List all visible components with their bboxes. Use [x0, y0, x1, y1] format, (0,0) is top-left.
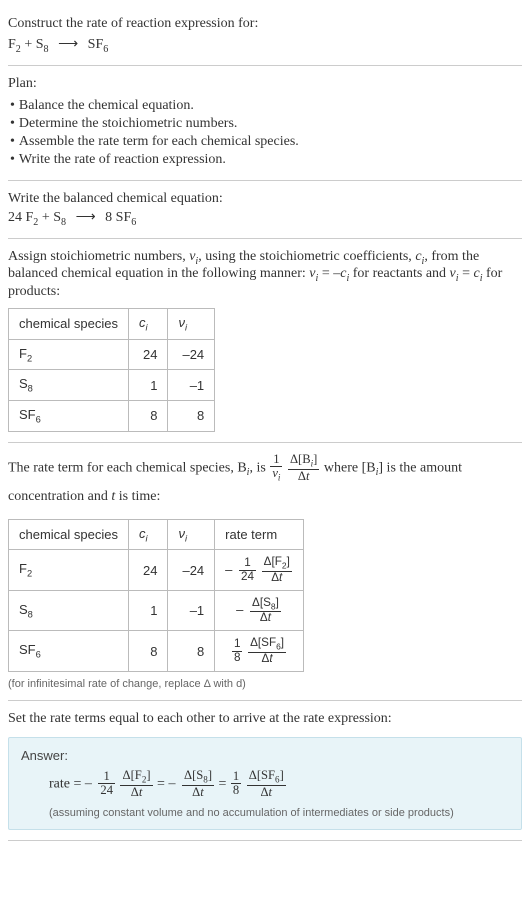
table-row: F2 24 –24 [9, 339, 215, 370]
col-ci: ci [129, 309, 168, 340]
species-sf6: SF6 [88, 37, 109, 52]
rateterm-intro: The rate term for each chemical species,… [8, 453, 522, 511]
bullet-icon: • [10, 116, 15, 131]
answer-note: (assuming constant volume and no accumul… [21, 807, 509, 819]
final-section: Set the rate terms equal to each other t… [8, 701, 522, 841]
reaction-arrow-icon: ⟶ [76, 209, 96, 226]
rateterm-section: The rate term for each chemical species,… [8, 443, 522, 701]
coef-24: 24 [8, 210, 22, 225]
plan-item: •Write the rate of reaction expression. [8, 152, 522, 168]
fraction: Δ[Bi] Δt [288, 453, 319, 483]
bullet-icon: • [10, 98, 15, 113]
table-header-row: chemical species ci νi rate term [9, 519, 304, 550]
balanced-title: Write the balanced chemical equation: [8, 191, 522, 207]
fraction: Δ[F2] Δt [120, 769, 152, 799]
cell-ci: 8 [129, 631, 168, 671]
balanced-equation: 24 F2 + S8 ⟶ 8 SF6 [8, 209, 522, 228]
col-species: chemical species [9, 309, 129, 340]
species-f2: F2 [8, 37, 21, 52]
col-rate: rate term [215, 519, 304, 550]
cell-rateterm: – 124 Δ[F2] Δt [215, 550, 304, 590]
col-ci: ci [129, 519, 168, 550]
fraction: 1 νi [270, 453, 282, 483]
final-intro: Set the rate terms equal to each other t… [8, 711, 522, 727]
cell-ci: 1 [129, 370, 168, 401]
rate-expression: rate = – 124 Δ[F2] Δt = – Δ[S8] Δt = 18 … [21, 769, 509, 799]
plan-item: •Balance the chemical equation. [8, 98, 522, 114]
stoich-intro: Assign stoichiometric numbers, νi, using… [8, 249, 522, 301]
table-header-row: chemical species ci νi [9, 309, 215, 340]
plan-section: Plan: •Balance the chemical equation. •D… [8, 66, 522, 181]
fraction: Δ[S8] Δt [182, 769, 214, 799]
cell-vi: 8 [168, 631, 215, 671]
cell-vi: –24 [168, 339, 215, 370]
rateterm-table: chemical species ci νi rate term F2 24 –… [8, 519, 304, 672]
infinitesimal-note: (for infinitesimal rate of change, repla… [8, 678, 522, 690]
fraction: 124 [98, 770, 115, 797]
col-species: chemical species [9, 519, 129, 550]
cell-vi: –1 [168, 590, 215, 630]
plan-item: •Determine the stoichiometric numbers. [8, 116, 522, 132]
answer-box: Answer: rate = – 124 Δ[F2] Δt = – Δ[S8] … [8, 737, 522, 830]
table-row: S8 1 –1 – Δ[S8] Δt [9, 590, 304, 630]
fraction: 18 [231, 770, 241, 797]
fraction: 124 [239, 557, 256, 583]
cell-species: SF6 [9, 631, 129, 671]
col-vi: νi [168, 519, 215, 550]
table-row: SF6 8 8 18 Δ[SF6] Δt [9, 631, 304, 671]
plus-sign: + [42, 210, 50, 225]
cell-ci: 8 [129, 400, 168, 431]
col-vi: νi [168, 309, 215, 340]
fraction: 18 [232, 638, 243, 664]
answer-label: Answer: [21, 748, 509, 763]
bullet-icon: • [10, 134, 15, 149]
prompt-section: Construct the rate of reaction expressio… [8, 6, 522, 66]
cell-species: S8 [9, 370, 129, 401]
cell-vi: 8 [168, 400, 215, 431]
plan-title: Plan: [8, 76, 522, 92]
species-s8: S8 [53, 210, 66, 225]
fraction: Δ[F2] Δt [262, 556, 292, 583]
cell-vi: –1 [168, 370, 215, 401]
cell-species: F2 [9, 339, 129, 370]
plan-item: •Assemble the rate term for each chemica… [8, 134, 522, 150]
bullet-icon: • [10, 152, 15, 167]
stoich-section: Assign stoichiometric numbers, νi, using… [8, 239, 522, 443]
coef-8: 8 [105, 210, 112, 225]
cell-species: SF6 [9, 400, 129, 431]
species-sf6: SF6 [116, 210, 137, 225]
species-f2: F2 [26, 210, 39, 225]
unbalanced-equation: F2 + S8 ⟶ SF6 [8, 36, 522, 55]
stoich-table: chemical species ci νi F2 24 –24 S8 1 –1… [8, 308, 215, 431]
table-row: SF6 8 8 [9, 400, 215, 431]
cell-ci: 24 [129, 550, 168, 590]
table-row: F2 24 –24 – 124 Δ[F2] Δt [9, 550, 304, 590]
reaction-arrow-icon: ⟶ [58, 36, 78, 53]
cell-rateterm: – Δ[S8] Δt [215, 590, 304, 630]
balanced-section: Write the balanced chemical equation: 24… [8, 181, 522, 239]
cell-species: S8 [9, 590, 129, 630]
fraction: Δ[SF6] Δt [247, 769, 286, 799]
plus-sign: + [24, 37, 32, 52]
cell-vi: –24 [168, 550, 215, 590]
table-row: S8 1 –1 [9, 370, 215, 401]
prompt-text: Construct the rate of reaction expressio… [8, 16, 522, 32]
cell-ci: 24 [129, 339, 168, 370]
plan-list: •Balance the chemical equation. •Determi… [8, 98, 522, 168]
cell-ci: 1 [129, 590, 168, 630]
cell-species: F2 [9, 550, 129, 590]
species-s8: S8 [36, 37, 49, 52]
fraction: Δ[SF6] Δt [248, 637, 286, 664]
fraction: Δ[S8] Δt [250, 597, 281, 624]
cell-rateterm: 18 Δ[SF6] Δt [215, 631, 304, 671]
